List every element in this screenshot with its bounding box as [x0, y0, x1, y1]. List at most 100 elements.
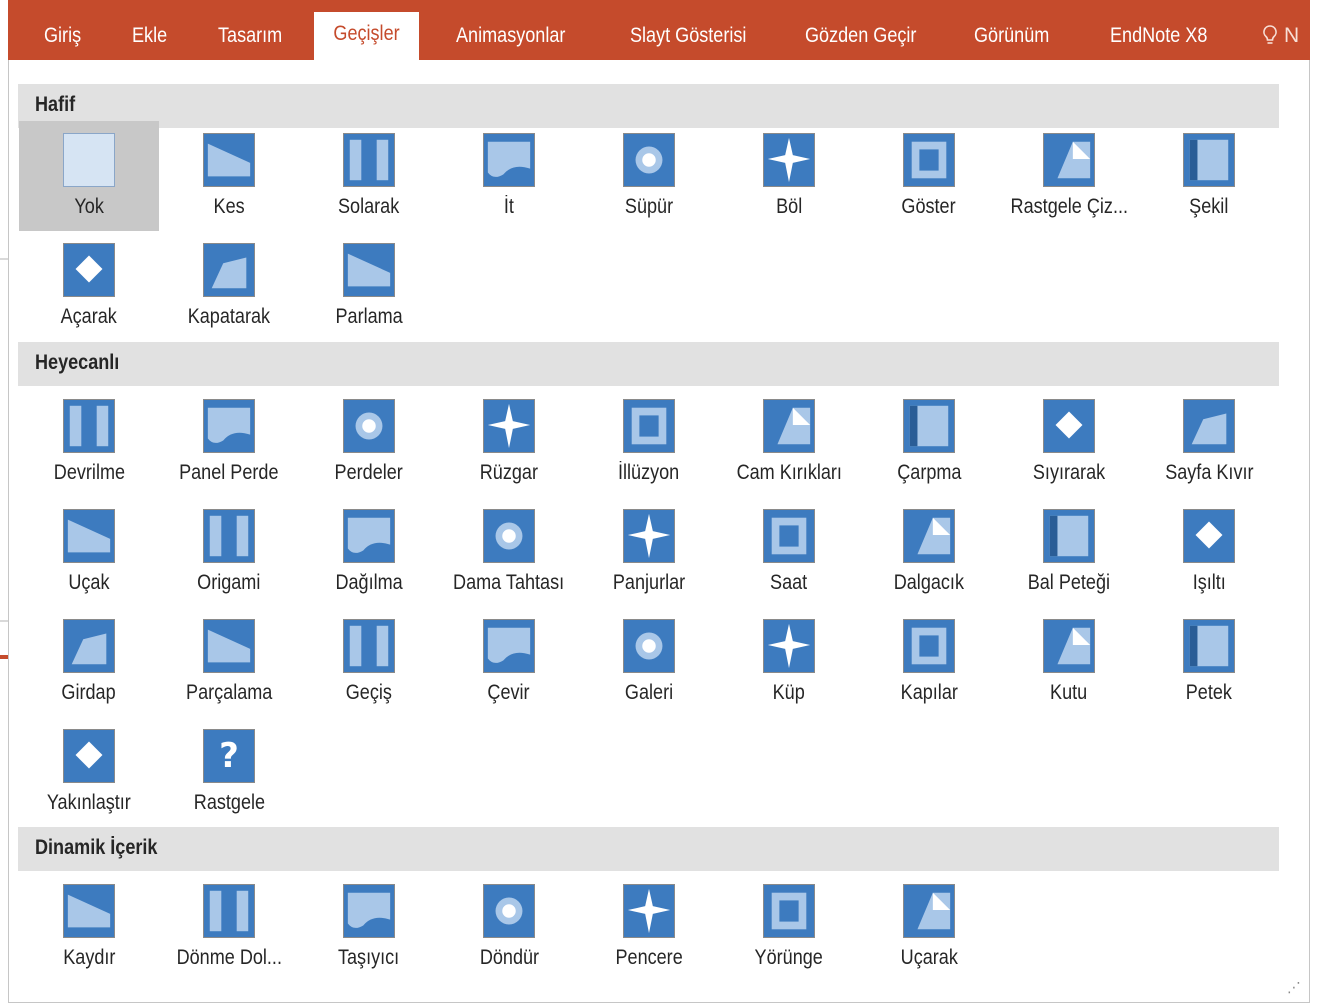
transition-item[interactable]: Bal Peteği [999, 497, 1139, 607]
transition-item[interactable]: Geçiş [299, 607, 439, 717]
transition-label-text: Devrilme [53, 461, 125, 484]
tab-transitions[interactable]: Geçişler [314, 12, 420, 60]
transition-label-text: Taşıyıcı [338, 946, 400, 969]
transition-item[interactable]: Panjurlar [579, 497, 719, 607]
transition-item[interactable]: Parçalama [159, 607, 299, 717]
transition-item[interactable]: Parlama [299, 231, 439, 341]
checkerboard-transition-icon [483, 509, 535, 563]
transition-label-text: Kapılar [900, 681, 958, 704]
transition-item[interactable]: Süpür [579, 121, 719, 231]
transition-item[interactable]: Yakınlaştır [19, 717, 159, 827]
transition-item[interactable]: Solarak [299, 121, 439, 231]
page-curl-transition-icon [1183, 399, 1235, 453]
transition-item[interactable]: Dalgacık [859, 497, 999, 607]
transition-item[interactable]: Çarpma [859, 387, 999, 497]
transition-label-text: Rastgele Çiz... [1010, 195, 1128, 218]
transition-item[interactable]: Dama Tahtası [439, 497, 579, 607]
transition-item[interactable]: Dağılma [299, 497, 439, 607]
transition-label-text: Geçiş [345, 681, 393, 704]
ribbon-tab-bar: Giriş Ekle Tasarım Geçişler Animasyonlar… [8, 0, 1310, 60]
tab-review[interactable]: Gözden Geçir [805, 14, 916, 60]
transition-item[interactable]: Petek [1139, 607, 1279, 717]
transition-item[interactable]: Rastgele Çiz... [999, 121, 1139, 231]
transition-item[interactable]: Saat [719, 497, 859, 607]
transition-item[interactable]: Kapılar [859, 607, 999, 717]
transition-item[interactable]: Göster [859, 121, 999, 231]
transition-item[interactable]: Taşıyıcı [299, 872, 439, 982]
clock-transition-icon [763, 509, 815, 563]
transition-item[interactable]: Uçak [19, 497, 159, 607]
transition-item[interactable]: Uçarak [859, 872, 999, 982]
transition-item[interactable]: ? Rastgele [159, 717, 299, 827]
transition-item[interactable]: Pencere [579, 872, 719, 982]
window-transition-icon [623, 884, 675, 938]
transition-item[interactable]: Çevir [439, 607, 579, 717]
drape-transition-icon [203, 399, 255, 453]
tab-insert[interactable]: Ekle [132, 14, 167, 60]
transition-item[interactable]: Küp [719, 607, 859, 717]
transition-label: Rastgele [153, 791, 305, 815]
doors-transition-icon [903, 619, 955, 673]
honeycomb-transition-icon [1043, 509, 1095, 563]
transition-item[interactable]: Şekil [1139, 121, 1279, 231]
transition-label: Panel Perde [153, 461, 305, 485]
transition-label: Uçak [13, 571, 165, 595]
transition-item[interactable]: Kutu [999, 607, 1139, 717]
glitter-transition-icon [1183, 509, 1235, 563]
tab-slide-show[interactable]: Slayt Gösterisi [630, 14, 746, 60]
transition-label: Cam Kırıkları [713, 461, 865, 485]
transition-label: Rüzgar [433, 461, 585, 485]
tab-animations[interactable]: Animasyonlar [456, 14, 565, 60]
tab-design[interactable]: Tasarım [218, 14, 282, 60]
transition-label-text: Parlama [335, 305, 403, 328]
tell-me-box[interactable]: N [1262, 14, 1299, 58]
rotate-transition-icon [483, 884, 535, 938]
transition-label-text: Rastgele [193, 791, 265, 814]
transition-label-text: Yok [74, 195, 104, 218]
transition-item[interactable]: Panel Perde [159, 387, 299, 497]
transition-label: Perdeler [293, 461, 445, 485]
transition-item[interactable]: Açarak [19, 231, 159, 341]
orbit-transition-icon [763, 884, 815, 938]
transition-label: Böl [713, 195, 865, 219]
tab-home[interactable]: Giriş [44, 14, 81, 60]
transition-item[interactable]: Yörünge [719, 872, 859, 982]
conveyor-transition-icon [343, 884, 395, 938]
vortex-transition-icon [63, 619, 115, 673]
transition-label-text: Çarpma [896, 461, 962, 484]
peel-off-transition-icon [1043, 399, 1095, 453]
transition-item[interactable]: Işıltı [1139, 497, 1279, 607]
cover-transition-icon [203, 243, 255, 297]
transition-item[interactable]: Kaydır [19, 872, 159, 982]
transition-item[interactable]: Girdap [19, 607, 159, 717]
transition-item[interactable]: Sıyırarak [999, 387, 1139, 497]
transition-item[interactable]: Kes [159, 121, 299, 231]
none-transition-icon [63, 133, 115, 187]
tab-endnote[interactable]: EndNote X8 [1110, 14, 1207, 60]
transition-label: Kaydır [13, 946, 165, 970]
transition-label: Süpür [573, 195, 725, 219]
transition-item[interactable]: Cam Kırıkları [719, 387, 859, 497]
transition-item[interactable]: Perdeler [299, 387, 439, 497]
transition-item[interactable]: Yok [19, 121, 159, 231]
resize-grip-icon[interactable]: ⋰ [1287, 979, 1301, 996]
transition-item[interactable]: Rüzgar [439, 387, 579, 497]
transition-label-text: Şekil [1189, 195, 1229, 218]
airplane-transition-icon [63, 509, 115, 563]
transition-label: Kapatarak [153, 305, 305, 329]
transition-item[interactable]: Sayfa Kıvır [1139, 387, 1279, 497]
transition-item[interactable]: Galeri [579, 607, 719, 717]
transition-item[interactable]: Origami [159, 497, 299, 607]
transition-item[interactable]: İt [439, 121, 579, 231]
transition-item[interactable]: Devrilme [19, 387, 159, 497]
section-title: Hafif [35, 93, 76, 116]
transition-label: Dama Tahtası [433, 571, 585, 595]
transition-label: Uçarak [853, 946, 1005, 970]
transition-item[interactable]: Dönme Dol... [159, 872, 299, 982]
transition-item[interactable]: İllüzyon [579, 387, 719, 497]
transition-label: Dönme Dol... [153, 946, 305, 970]
transition-item[interactable]: Kapatarak [159, 231, 299, 341]
transition-item[interactable]: Döndür [439, 872, 579, 982]
tab-view[interactable]: Görünüm [974, 14, 1049, 60]
transition-item[interactable]: Böl [719, 121, 859, 231]
